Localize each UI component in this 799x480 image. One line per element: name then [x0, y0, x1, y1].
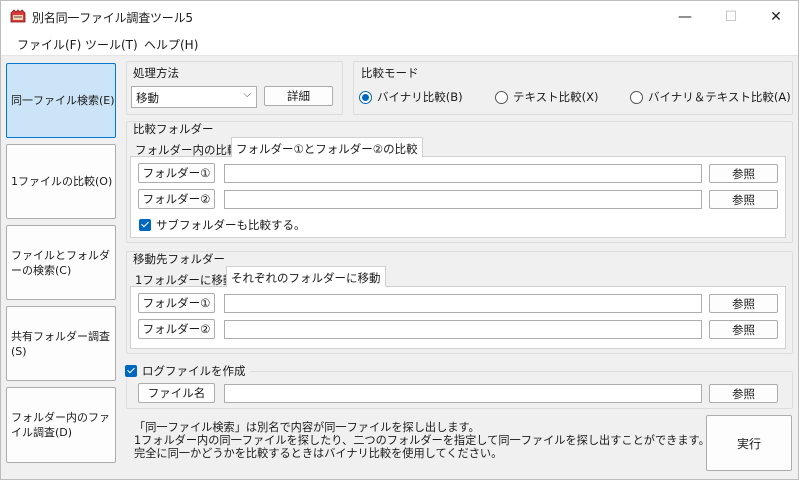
subfolder-checkbox[interactable]: サブフォルダーも比較する。: [139, 217, 306, 233]
description-line-1: 「同一ファイル検索」は別名で内容が同一ファイルを探し出します。: [134, 421, 480, 434]
radio-unselected-icon: [495, 90, 508, 104]
compare-mode-group: [353, 61, 793, 115]
radio-selected-icon: [359, 90, 372, 104]
menu-file[interactable]: ファイル(F): [17, 36, 81, 53]
app-window: 別名同一ファイル調査ツール5 — ☐ ✕ ファイル(F) ツール(T) ヘルプ(…: [0, 0, 799, 480]
dest-folder2-browse-button[interactable]: 参照: [709, 320, 778, 339]
checkbox-checked-icon: [139, 219, 151, 231]
chevron-down-icon: ⌵: [243, 89, 251, 100]
window-title: 別名同一ファイル調査ツール5: [32, 11, 193, 25]
detail-button[interactable]: 詳細: [264, 86, 333, 106]
sidebar-item-shared-folder[interactable]: 共有フォルダー調査(S): [6, 306, 116, 381]
minimize-button[interactable]: —: [662, 1, 708, 32]
dest-folder2-button[interactable]: フォルダー②: [138, 319, 215, 339]
app-icon: [10, 9, 26, 23]
tab-move-each-folder[interactable]: それぞれのフォルダーに移動: [226, 266, 386, 287]
compare-folder2-browse-button[interactable]: 参照: [709, 190, 778, 209]
title-bar: 別名同一ファイル調査ツール5 — ☐ ✕: [1, 1, 798, 32]
tab-move-one-folder[interactable]: 1フォルダーに移動: [131, 269, 238, 289]
radio-unselected-icon: [630, 90, 643, 104]
sidebar-item-one-file-compare[interactable]: 1ファイルの比較(O): [6, 144, 116, 219]
description-line-3: 完全に同一かどうかを比較するときはバイナリ比較を使用してください。: [134, 447, 503, 460]
description-text: 「同一ファイル検索」は別名で内容が同一ファイルを探し出します。 1フォルダー内の…: [134, 421, 710, 460]
menu-tool[interactable]: ツール(T): [85, 36, 138, 53]
sidebar-item-folder-file-survey[interactable]: フォルダー内のファイル調査(D): [6, 387, 116, 463]
dest-folder1-button[interactable]: フォルダー①: [138, 293, 215, 313]
dest-folder1-browse-button[interactable]: 参照: [709, 294, 778, 313]
compare-folder2-input[interactable]: [224, 190, 702, 209]
dest-folder2-input[interactable]: [224, 320, 702, 339]
processing-selected: 移動: [136, 91, 159, 105]
compare-folder1-input[interactable]: [224, 164, 702, 183]
menu-bar: ファイル(F) ツール(T) ヘルプ(H): [1, 32, 798, 56]
compare-folder-label: 比較フォルダー: [133, 122, 214, 136]
processing-label: 処理方法: [133, 66, 179, 80]
log-filename-input[interactable]: [224, 384, 702, 403]
log-filename-button[interactable]: ファイル名: [138, 383, 215, 403]
radio-text[interactable]: テキスト比較(X): [495, 89, 599, 105]
run-button[interactable]: 実行: [706, 415, 792, 471]
compare-folder1-button[interactable]: フォルダー①: [138, 163, 215, 183]
menu-help[interactable]: ヘルプ(H): [144, 36, 198, 53]
dest-folder1-input[interactable]: [224, 294, 702, 313]
processing-combo[interactable]: 移動 ⌵: [131, 86, 257, 108]
tab-in-folder-compare[interactable]: フォルダー内の比較: [131, 139, 243, 159]
maximize-button[interactable]: ☐: [708, 1, 754, 32]
checkbox-checked-icon: [125, 365, 137, 377]
sidebar-item-same-file-search[interactable]: 同一ファイル検索(E): [6, 63, 116, 138]
description-line-2: 1フォルダー内の同一ファイルを探したり、二つのフォルダーを指定して同一ファイルを…: [134, 434, 710, 447]
radio-binary-text[interactable]: バイナリ＆テキスト比較(A): [630, 89, 791, 105]
compare-folder2-button[interactable]: フォルダー②: [138, 189, 215, 209]
radio-binary[interactable]: バイナリ比較(B): [359, 89, 463, 105]
dest-folder-label: 移動先フォルダー: [133, 252, 225, 266]
compare-folder1-browse-button[interactable]: 参照: [709, 164, 778, 183]
compare-mode-label: 比較モード: [361, 66, 419, 80]
close-button[interactable]: ✕: [753, 1, 799, 32]
log-browse-button[interactable]: 参照: [709, 384, 778, 403]
log-file-checkbox[interactable]: ログファイルを作成: [125, 363, 250, 379]
tab-two-folder-compare[interactable]: フォルダー①とフォルダー②の比較: [231, 137, 423, 157]
sidebar-item-file-folder-search[interactable]: ファイルとフォルダーの検索(C): [6, 225, 116, 300]
